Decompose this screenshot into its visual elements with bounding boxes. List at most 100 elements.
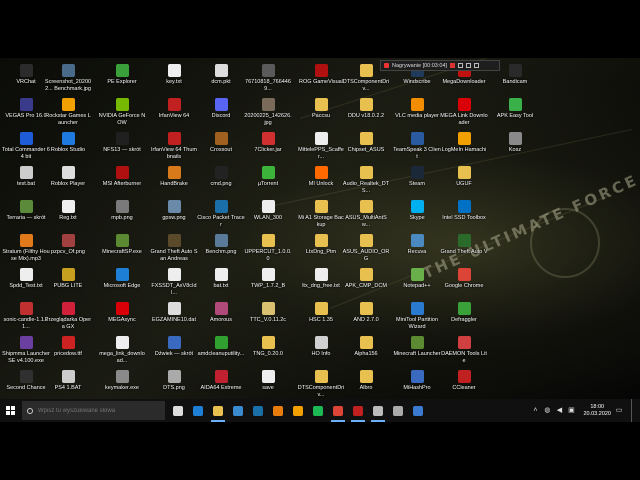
desktop-icon-label: Mi A1 Storage Backup bbox=[298, 215, 344, 228]
terraria-icon bbox=[19, 200, 33, 213]
task-view-icon bbox=[173, 405, 183, 416]
stop-recording-button[interactable] bbox=[450, 63, 456, 68]
desktop-icon-label: ASUS_AUDIO_ORG bbox=[342, 249, 390, 262]
total-commander-icon bbox=[19, 132, 33, 145]
folder-icon bbox=[261, 336, 275, 349]
clock-date: 20.03.2020 bbox=[583, 410, 611, 417]
taskbar-app-button[interactable] bbox=[188, 399, 208, 422]
desktop-icon[interactable]: Kosz bbox=[491, 129, 539, 169]
msi-afterburner-icon bbox=[115, 166, 129, 179]
folder-icon bbox=[359, 234, 373, 247]
desktop-icon[interactable]: DTS.png bbox=[150, 367, 198, 399]
desktop-icon-label: save bbox=[262, 385, 274, 391]
desktop-icon-label: DTSComponentDriv... bbox=[297, 385, 345, 398]
txt-file-icon bbox=[167, 268, 181, 281]
png-file-icon bbox=[214, 166, 228, 179]
png-file-icon bbox=[61, 234, 75, 247]
taskbar-app-button[interactable] bbox=[308, 399, 328, 422]
desktop-icon-label: APK_CMP_DCM bbox=[345, 283, 387, 289]
desktop-icon-label: Screenshot_202002... Benchmark.jpg bbox=[44, 79, 92, 92]
desktop-icon[interactable]: Albro bbox=[342, 367, 390, 399]
taskbar-app-button[interactable] bbox=[328, 399, 348, 422]
screenshot-button[interactable] bbox=[466, 63, 472, 68]
recorder-settings-button[interactable] bbox=[474, 63, 480, 68]
network-icon[interactable]: ◍ bbox=[543, 407, 551, 415]
start-button[interactable] bbox=[0, 399, 20, 422]
bandicam-icon bbox=[508, 64, 522, 77]
desktop-icon-label: Intel SSD Toolbox bbox=[442, 215, 486, 221]
mega-icon bbox=[457, 98, 471, 111]
desktop-icon-label: MiniTool Partition Wizard bbox=[396, 317, 438, 330]
pe-explorer-icon bbox=[115, 64, 129, 77]
desktop-icon-label: HandBrake bbox=[160, 181, 188, 187]
desktop-icon-label: 7Clicker.jar bbox=[254, 147, 282, 153]
video-letterbox-bottom bbox=[0, 422, 640, 480]
desktop-icon-label: MSI Afterburner bbox=[102, 181, 142, 187]
desktop-icon[interactable]: PS4 1.BAT bbox=[44, 367, 92, 399]
desktop-icon[interactable]: Second Chance bbox=[2, 367, 50, 399]
taskbar-app-button[interactable] bbox=[388, 399, 408, 422]
search-input[interactable] bbox=[38, 407, 158, 414]
folder-icon bbox=[359, 166, 373, 179]
desktop-icon-label: FXSSDT_AxV8cIdl... bbox=[151, 283, 197, 296]
desktop-icon-label: Crossout bbox=[209, 147, 232, 153]
txt-file-icon bbox=[261, 370, 275, 383]
taskbar-app-button[interactable] bbox=[168, 399, 188, 422]
desktop-icon-label: bat.txt bbox=[213, 283, 229, 289]
desktop-icon[interactable]: CCleaner bbox=[440, 367, 488, 399]
minecraft-icon bbox=[410, 336, 424, 349]
txt-file-icon bbox=[115, 336, 129, 349]
folder-icon bbox=[314, 200, 328, 213]
desktop-icon-label: LtxDng_Ptm bbox=[305, 249, 337, 255]
volume-icon[interactable]: ◀ bbox=[555, 407, 563, 415]
ccleaner-icon bbox=[457, 370, 471, 383]
chevron-up-icon[interactable]: ˄ bbox=[531, 407, 539, 415]
desktop-icon-label: Cisco Packet Tracer bbox=[197, 215, 245, 228]
taskbar-clock[interactable]: 18:00 20.03.2020 bbox=[583, 404, 611, 418]
desktop-icon-label: Defraggler bbox=[451, 317, 477, 323]
desktop-icon-label: DTS.png bbox=[163, 385, 185, 391]
taskbar-app-button[interactable] bbox=[288, 399, 308, 422]
taskbar-app-button[interactable] bbox=[208, 399, 228, 422]
minecraft-icon bbox=[115, 234, 129, 247]
desktop-icon[interactable]: AIDA64 Extreme bbox=[197, 367, 245, 399]
desktop-icon[interactable]: MiHashPro bbox=[393, 367, 441, 399]
folder-icon bbox=[359, 268, 373, 281]
desktop-icon-label: ltx_dng_free.txt bbox=[302, 283, 340, 289]
taskbar-app-button[interactable] bbox=[248, 399, 268, 422]
desktop-icon-label: test.bat bbox=[16, 181, 36, 187]
desktop-icon-label: TTC_V.0.11.2c bbox=[249, 317, 287, 323]
image-file-icon bbox=[261, 64, 275, 77]
desktop-icon[interactable]: DTSComponentDriv... bbox=[297, 367, 345, 399]
taskbar-app-button[interactable] bbox=[368, 399, 388, 422]
recording-toolbar[interactable]: Nagrywanie [00:03:04] bbox=[380, 60, 500, 71]
pause-recording-button[interactable] bbox=[458, 63, 464, 68]
desktop-icon[interactable]: save bbox=[244, 367, 292, 399]
taskbar-app-button[interactable] bbox=[348, 399, 368, 422]
video-letterbox-top bbox=[0, 0, 640, 58]
taskbar-app-button[interactable] bbox=[268, 399, 288, 422]
vrchat-icon bbox=[19, 64, 33, 77]
desktop-icon-label: NVIDIA GeForce NOW bbox=[98, 113, 146, 126]
desktop-icon-label: VLC media player bbox=[395, 113, 439, 119]
desktop[interactable]: THE ULTIMATE FORCE VRChat VEGAS Pro 16.0 T… bbox=[0, 58, 640, 399]
taskbar-app-button[interactable] bbox=[408, 399, 428, 422]
blender-icon bbox=[273, 405, 283, 416]
minitool-icon bbox=[410, 302, 424, 315]
hamachi-icon bbox=[457, 132, 471, 145]
skype-icon bbox=[410, 200, 424, 213]
show-desktop-button[interactable] bbox=[631, 399, 634, 422]
desktop-icon-label: mega_link_download... bbox=[99, 351, 145, 364]
language-icon[interactable]: ▣ bbox=[567, 407, 575, 415]
image-file-icon bbox=[61, 64, 75, 77]
desktop-icon[interactable]: keymaker.exe bbox=[98, 367, 146, 399]
desktop-icon-label: NFS13 — skrót bbox=[103, 147, 141, 153]
system-tray: ˄ ◍ ◀ ▣ 18:00 20.03.2020 ▭ bbox=[531, 399, 640, 422]
notifications-icon[interactable]: ▭ bbox=[615, 407, 623, 415]
taskbar-search[interactable] bbox=[22, 401, 165, 420]
desktop-icon-label: keymaker.exe bbox=[105, 385, 139, 391]
roblox-icon bbox=[61, 166, 75, 179]
desktop-icon-label: Steam bbox=[409, 181, 425, 187]
taskbar-app-button[interactable] bbox=[228, 399, 248, 422]
desktop-icon-label: pzpcv_Of.png bbox=[51, 249, 85, 255]
